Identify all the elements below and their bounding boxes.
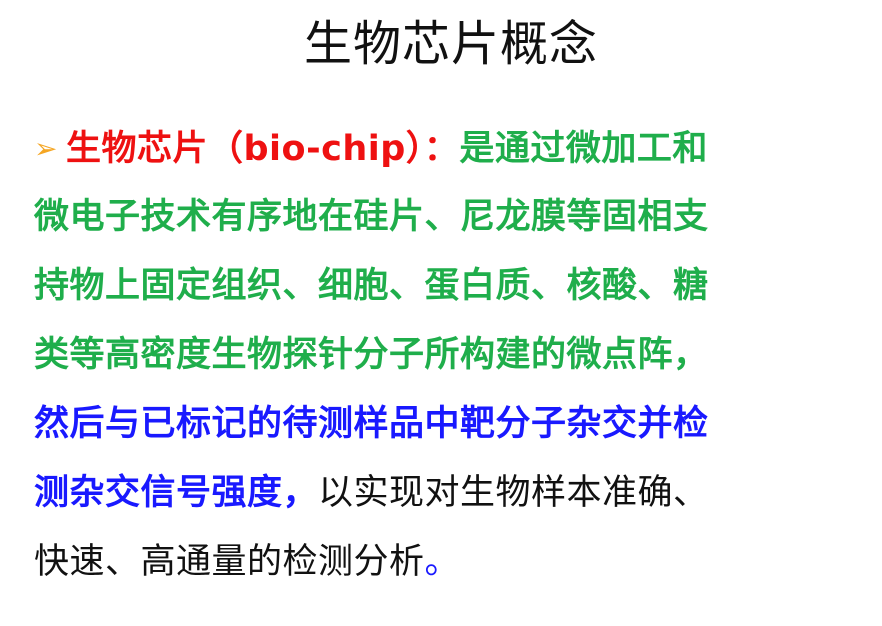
slide-title: 生物芯片概念 [303,16,598,72]
definition-black-1: 以实现对生物样本准确、 [318,473,709,513]
paragraph-line-4: 类等高密度生物探针分子所构建的微点阵， [34,335,709,375]
definition-blue-2: 测杂交信号强度， [34,473,319,513]
arrow-bullet-icon: ➢ [34,132,58,165]
slide: 生物芯片概念 ➢ 生物芯片（bio-chip）：是通过微加工和 微电子技术有序地在… [0,0,882,626]
paragraph-line-2: 微电子技术有序地在硅片、尼龙膜等固相支 [34,197,709,237]
paragraph-line-3: 持物上固定组织、细胞、蛋白质、核酸、糖 [34,266,709,306]
definition-paragraph: ➢ 生物芯片（bio-chip）：是通过微加工和 微电子技术有序地在硅片、尼龙膜等… [34,114,870,597]
term-bio-chip: 生物芯片（bio-chip）： [65,129,460,169]
definition-green-1: 是通过微加工和 [459,129,708,169]
definition-black-2: 快速、高通量的检测分析 [34,542,425,582]
paragraph-line-6: 测杂交信号强度，以实现对生物样本准确、 [34,459,870,528]
paragraph-line-5: 然后与已标记的待测样品中靶分子杂交并检 [34,404,709,444]
paragraph-line-7: 快速、高通量的检测分析。 [34,528,870,597]
paragraph-line-1: ➢ 生物芯片（bio-chip）：是通过微加工和 [34,114,870,183]
end-punctuation: 。 [424,542,461,582]
